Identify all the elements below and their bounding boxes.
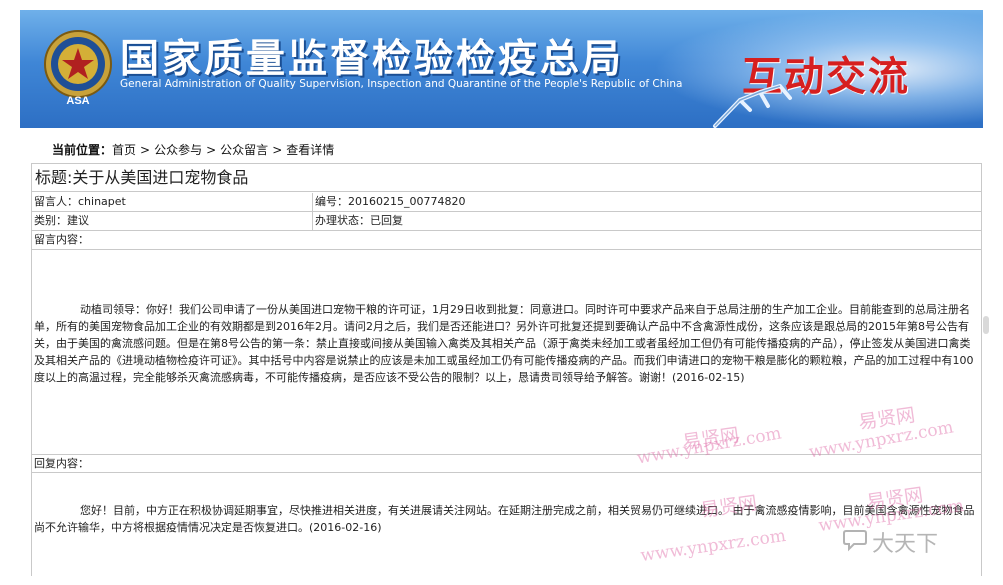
- content-label: 留言内容：: [32, 231, 981, 250]
- id-cell: 编号：20160215_00774820: [313, 193, 973, 211]
- breadcrumb-current: 查看详情: [286, 143, 335, 157]
- breadcrumb-public-participation[interactable]: 公众参与: [154, 143, 202, 157]
- header-banner: ASA 国家质量监督检验检疫总局 General Administration …: [20, 10, 983, 128]
- id-label: 编号：: [315, 195, 348, 208]
- breadcrumb-separator: >: [206, 143, 217, 157]
- breadcrumb-label: 当前位置：: [52, 143, 113, 157]
- reply-label: 回复内容：: [32, 455, 981, 473]
- author-cell: 留言人：chinapet: [32, 193, 312, 211]
- svg-text:ASA: ASA: [66, 95, 89, 107]
- breadcrumb-home[interactable]: 首页: [112, 143, 136, 157]
- chat-bubble-icon: [843, 530, 867, 552]
- message-title: 标题:关于从美国进口宠物食品: [32, 164, 981, 192]
- category-cell: 类别：建议: [32, 212, 312, 230]
- scrollbar-hint[interactable]: [983, 316, 989, 334]
- breadcrumb-public-messages[interactable]: 公众留言: [220, 143, 268, 157]
- content-area: 动植司领导：你好！我们公司申请了一份从美国进口宠物干粮的许可证，1月29日收到批…: [32, 251, 981, 455]
- category-label: 类别：: [34, 214, 67, 227]
- category-value: 建议: [67, 214, 89, 227]
- message-content: 动植司领导：你好！我们公司申请了一份从美国进口宠物干粮的许可证，1月29日收到批…: [34, 301, 978, 386]
- agency-subtitle: General Administration of Quality Superv…: [120, 78, 683, 90]
- author-label: 留言人：: [34, 195, 78, 208]
- breadcrumb: 当前位置：首页 > 公众参与 > 公众留言 > 查看详情: [52, 141, 334, 158]
- agency-title: 国家质量监督检验检疫总局: [120, 37, 625, 82]
- status-cell: 办理状态：已回复: [313, 212, 973, 230]
- robot-hand-icon: [713, 84, 792, 128]
- id-value: 20160215_00774820: [348, 195, 466, 208]
- status-value: 已回复: [370, 214, 403, 227]
- author-value: chinapet: [78, 195, 126, 208]
- breadcrumb-separator: >: [140, 143, 151, 157]
- breadcrumb-separator: >: [272, 143, 283, 157]
- watermark-brand: 大天下: [872, 532, 939, 557]
- national-emblem-icon: ASA: [44, 30, 112, 107]
- message-content-text: 动植司领导：你好！我们公司申请了一份从美国进口宠物干粮的许可证，1月29日收到批…: [34, 303, 974, 384]
- meta-row-category: 类别：建议 办理状态：已回复: [32, 212, 981, 231]
- meta-row-author: 留言人：chinapet 编号：20160215_00774820: [32, 193, 981, 212]
- status-label: 办理状态：: [315, 214, 370, 227]
